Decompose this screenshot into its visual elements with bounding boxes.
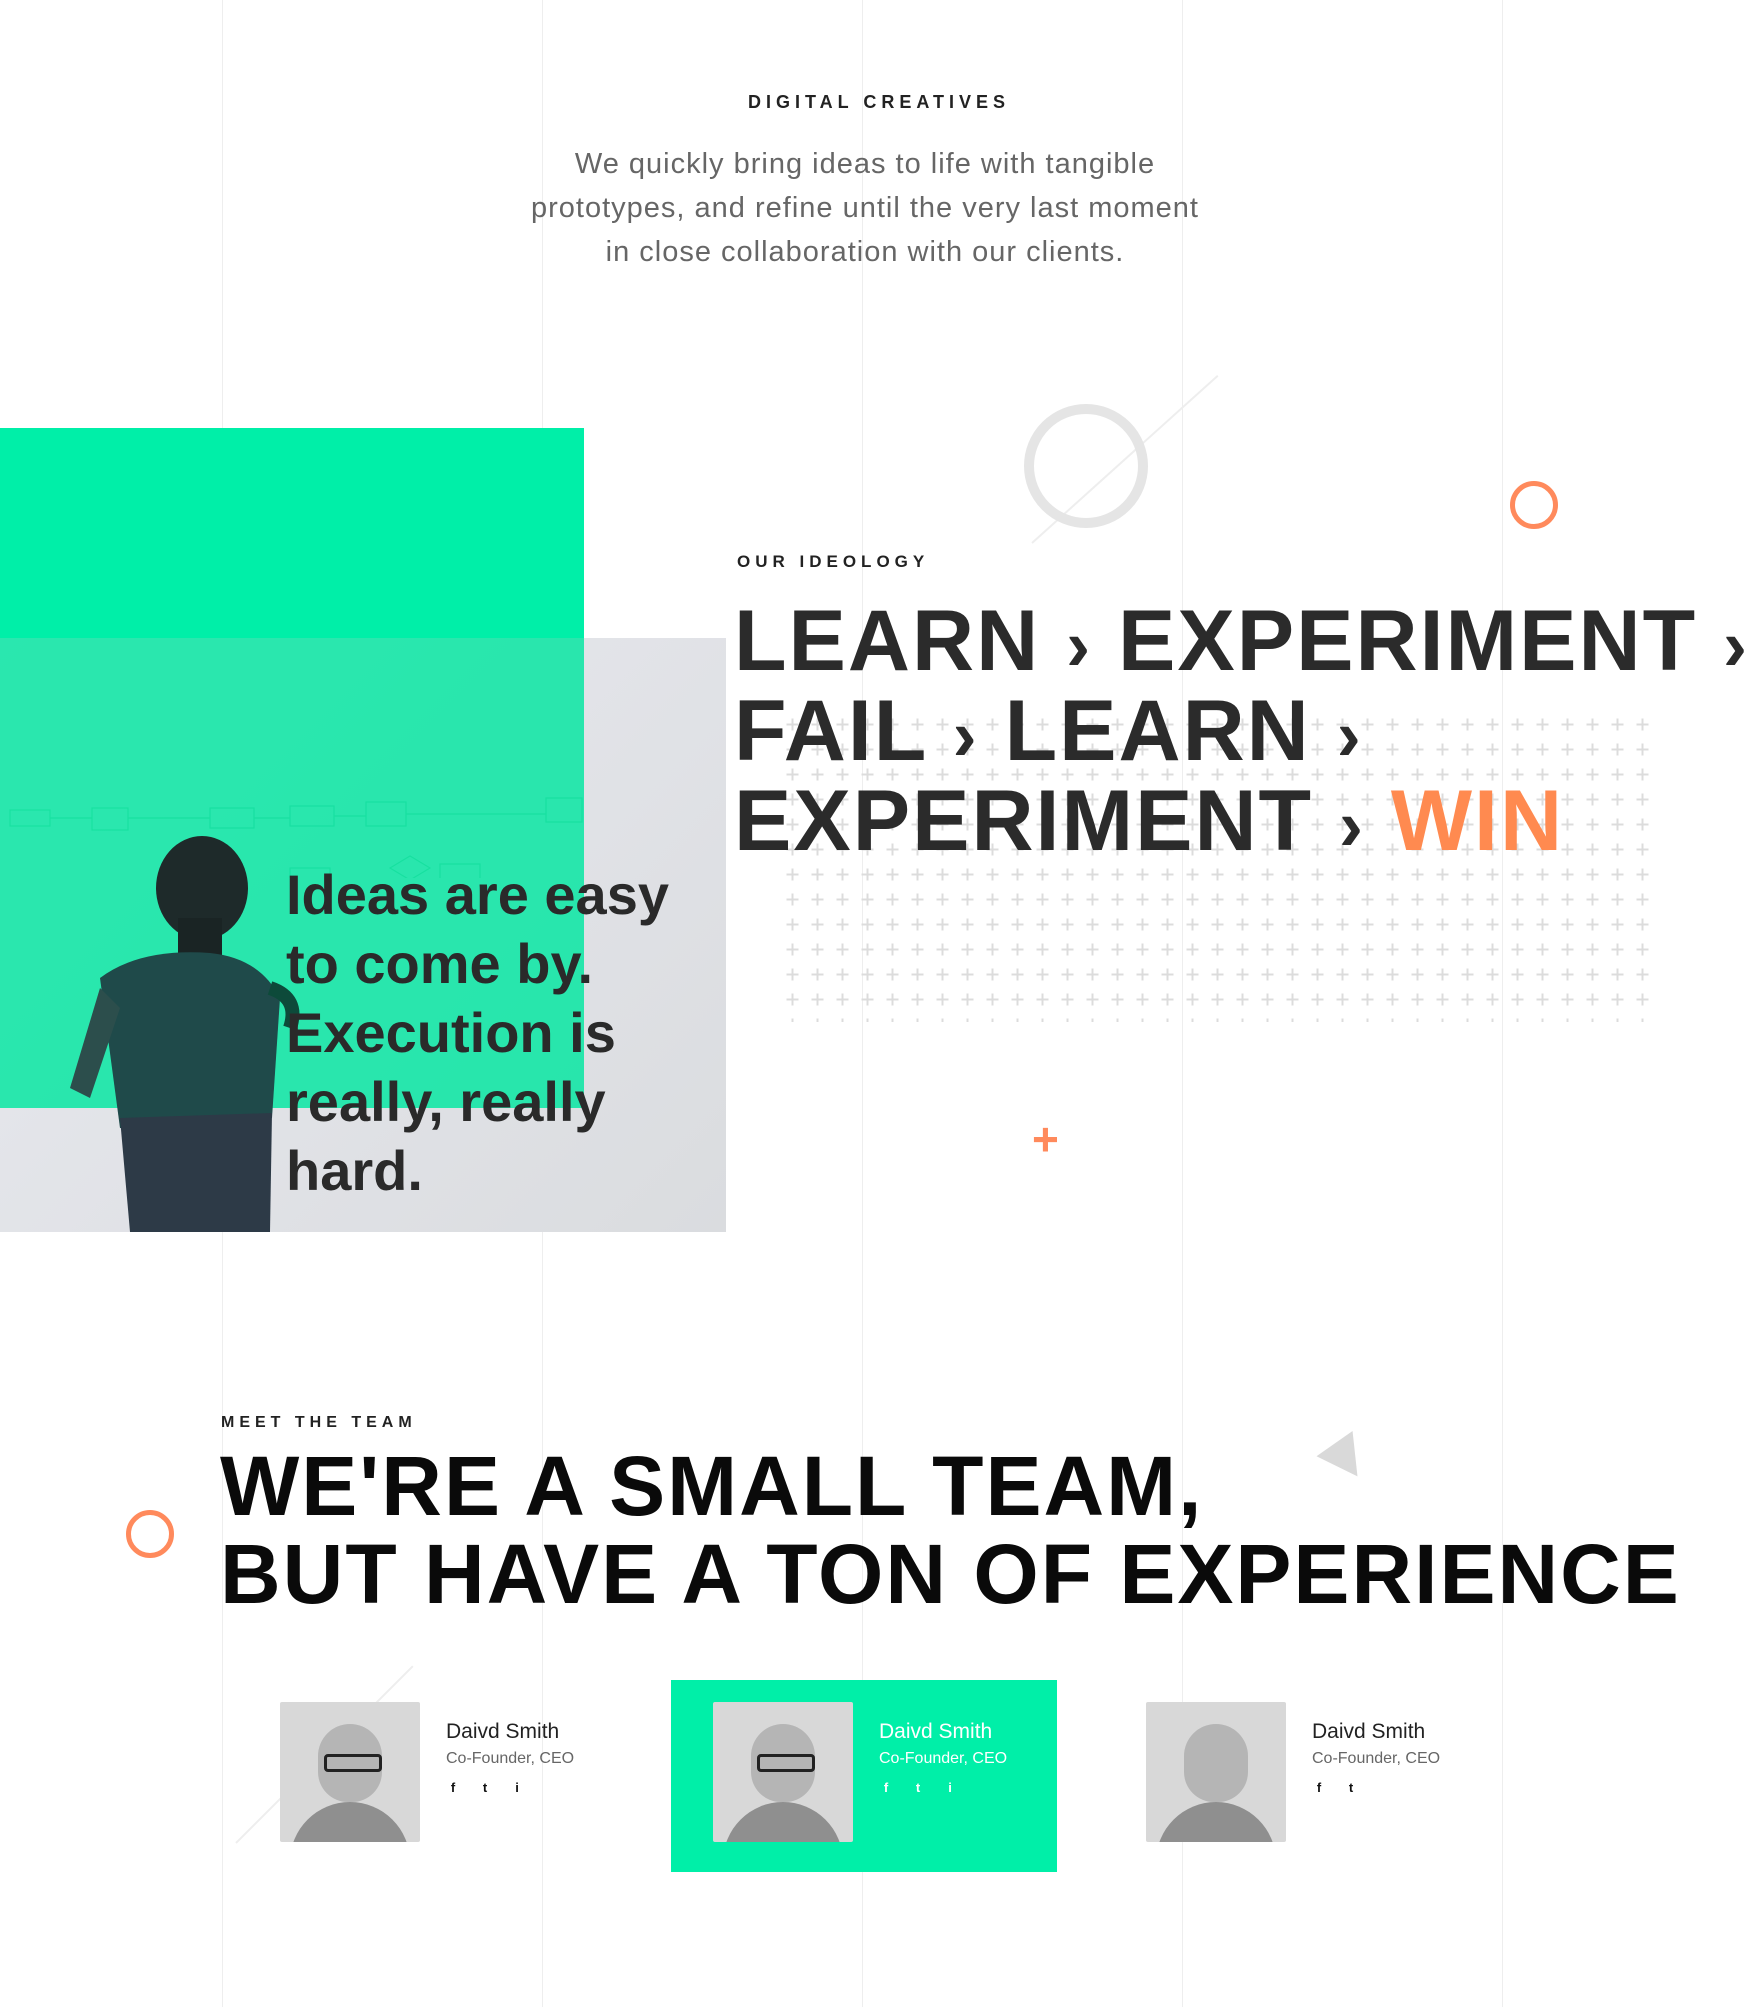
decorative-ring-orange [1510, 481, 1558, 529]
member-role: Co-Founder, CEO [446, 1750, 575, 1767]
team-heading-line-2: BUT HAVE A TON OF EXPERIENCE [220, 1527, 1681, 1621]
chevron-right-icon: › [1723, 606, 1749, 686]
instagram-icon[interactable]: i [510, 1780, 524, 1795]
chevron-right-icon: › [1066, 606, 1093, 686]
member-name: Daivd Smith [446, 1720, 560, 1743]
team-member-card[interactable]: Daivd Smith Co-Founder, CEO f t [1102, 1680, 1488, 1872]
decorative-ring [1024, 404, 1148, 528]
chevron-right-icon: › [1336, 696, 1363, 776]
member-name: Daivd Smith [1312, 1720, 1426, 1743]
member-role: Co-Founder, CEO [1312, 1750, 1441, 1767]
ideology-line-1: LEARN › EXPERIMENT › [734, 596, 1749, 691]
ideology-word: FAIL [734, 683, 927, 779]
member-role: Co-Founder, CEO [879, 1750, 1008, 1767]
member-name: Daivd Smith [879, 1720, 993, 1743]
ideology-word-win: WIN [1390, 773, 1565, 869]
chevron-right-icon: › [1339, 786, 1365, 866]
twitter-icon[interactable]: t [1344, 1780, 1358, 1795]
person-illustration [70, 836, 300, 1232]
avatar [713, 1702, 853, 1842]
ideology-line-2: FAIL › LEARN › [734, 686, 1363, 781]
facebook-icon[interactable]: f [1312, 1780, 1326, 1795]
social-links: f t i [879, 1780, 957, 1795]
avatar [1146, 1702, 1286, 1842]
team-member-card[interactable]: Daivd Smith Co-Founder, CEO f t i [236, 1680, 622, 1872]
social-links: f t i [446, 1780, 524, 1795]
decorative-triangle [1316, 1430, 1376, 1490]
section-kicker-our-ideology: OUR IDEOLOGY [737, 552, 930, 571]
twitter-icon[interactable]: t [911, 1780, 925, 1795]
ideology-word: EXPERIMENT [734, 773, 1314, 869]
ideology-quote: Ideas are easy to come by. Execution is … [286, 863, 669, 1202]
ideology-line-3: EXPERIMENT › WIN [734, 776, 1564, 871]
twitter-icon[interactable]: t [478, 1780, 492, 1795]
section-kicker-digital-creatives: DIGITAL CREATIVES [748, 92, 1011, 112]
facebook-icon[interactable]: f [446, 1780, 460, 1795]
social-links: f t [1312, 1780, 1358, 1795]
section-kicker-meet-the-team: MEET THE TEAM [221, 1414, 417, 1431]
team-member-card-active[interactable]: Daivd Smith Co-Founder, CEO f t i [671, 1680, 1057, 1872]
decorative-plus-icon: + [1032, 1113, 1059, 1165]
facebook-icon[interactable]: f [879, 1780, 893, 1795]
ideology-word: LEARN [734, 593, 1041, 689]
team-heading-line-1: WE'RE A SMALL TEAM, [220, 1439, 1204, 1533]
avatar [280, 1702, 420, 1842]
decorative-ring-orange [126, 1510, 174, 1558]
instagram-icon[interactable]: i [943, 1780, 957, 1795]
chevron-right-icon: › [952, 696, 979, 776]
ideology-word: EXPERIMENT [1118, 593, 1698, 689]
ideology-word: LEARN [1004, 683, 1311, 779]
intro-paragraph: We quickly bring ideas to life with tang… [531, 148, 1199, 268]
